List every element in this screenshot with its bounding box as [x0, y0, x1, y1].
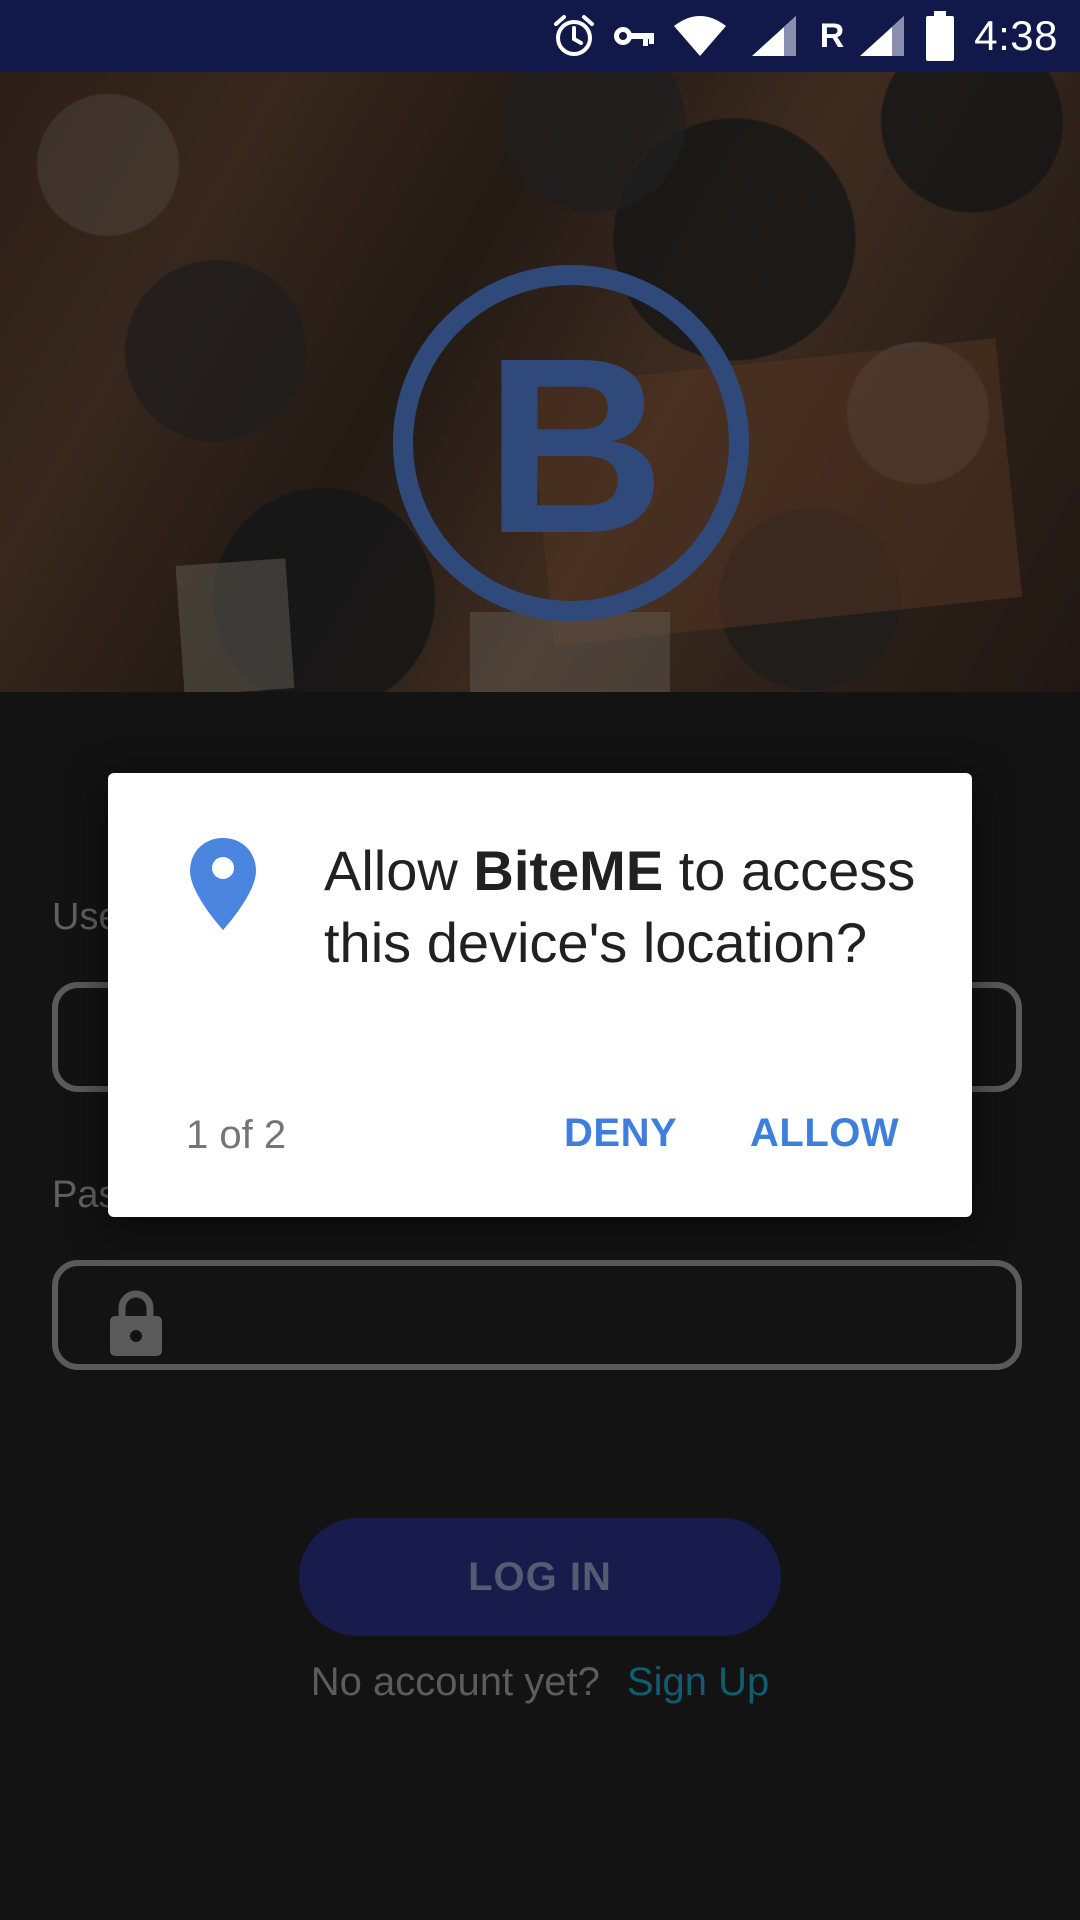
permission-dialog: Allow BiteME to access this device's loc… — [108, 773, 972, 1217]
allow-button[interactable]: ALLOW — [750, 1111, 899, 1156]
message-prefix: Allow — [324, 839, 474, 902]
deny-button[interactable]: DENY — [564, 1111, 677, 1156]
location-pin-icon — [188, 836, 258, 937]
permission-counter: 1 of 2 — [186, 1113, 287, 1157]
permission-message: Allow BiteME to access this device's loc… — [324, 835, 924, 979]
screen: R 4:38 B Use Pas LOG IN No account yet? … — [0, 0, 1080, 1920]
app-name: BiteME — [473, 839, 664, 902]
